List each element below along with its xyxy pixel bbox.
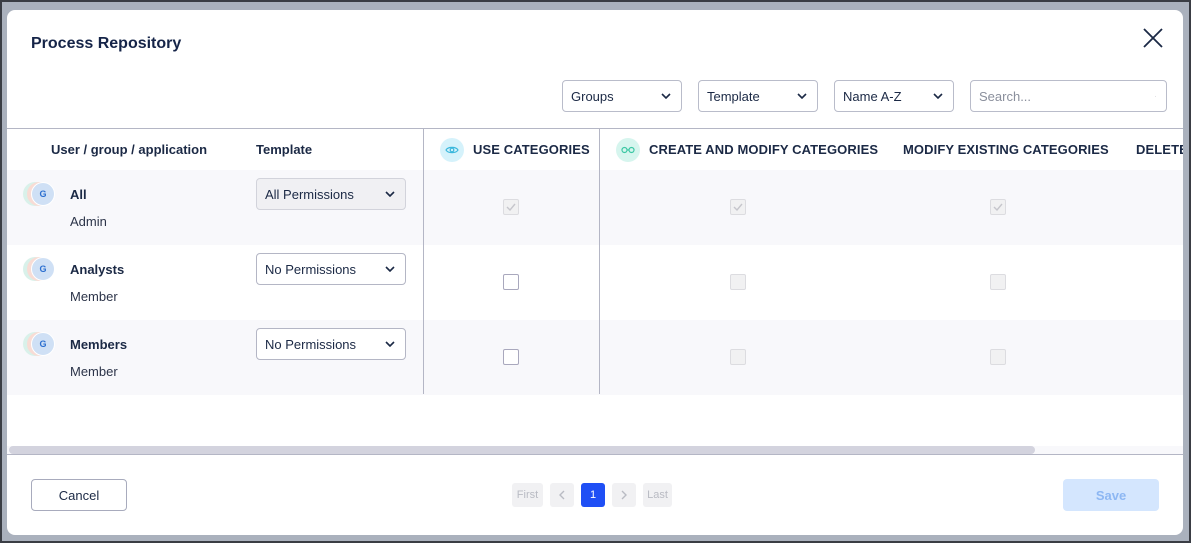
- modify-existing-checkbox: [990, 274, 1006, 290]
- row-role: Admin: [70, 214, 107, 229]
- template-select[interactable]: No Permissions: [256, 253, 406, 285]
- row-role: Member: [70, 364, 118, 379]
- toolbar: Groups Template Name A-Z: [562, 80, 1167, 112]
- table-header: User / group / application Template USE …: [7, 129, 1183, 170]
- template-filter-dropdown[interactable]: Template: [698, 80, 818, 112]
- column-header-label: USE CATEGORIES: [473, 142, 590, 157]
- pagination: First 1 Last: [512, 483, 672, 507]
- create-modify-checkbox: [730, 199, 746, 215]
- search-box: [970, 80, 1167, 112]
- eye-icon: [440, 137, 464, 162]
- chevron-down-icon: [797, 93, 807, 99]
- glasses-icon: [616, 137, 640, 162]
- next-page-button[interactable]: [612, 483, 636, 507]
- footer-divider: [7, 454, 1183, 455]
- dialog-title: Process Repository: [31, 35, 182, 52]
- create-modify-checkbox: [730, 274, 746, 290]
- cancel-button[interactable]: Cancel: [31, 479, 127, 511]
- modify-existing-checkbox: [990, 199, 1006, 215]
- checkmark-icon: [506, 203, 516, 211]
- save-button[interactable]: Save: [1063, 479, 1159, 511]
- column-header-user: User / group / application: [51, 142, 208, 157]
- search-icon[interactable]: [1155, 90, 1156, 103]
- modify-existing-checkbox: [990, 349, 1006, 365]
- chevron-left-icon: [559, 490, 565, 500]
- first-page-button[interactable]: First: [512, 483, 543, 507]
- column-header-use-categories: USE CATEGORIES: [440, 129, 590, 170]
- template-filter-value: Template: [707, 88, 760, 104]
- last-page-button[interactable]: Last: [643, 483, 672, 507]
- table-row: G Analysts Member No Permissions: [7, 245, 1183, 320]
- scrollbar-thumb[interactable]: [9, 446, 1035, 454]
- column-header-template: Template: [256, 142, 313, 157]
- use-categories-checkbox: [503, 199, 519, 215]
- row-name: Members: [70, 337, 128, 352]
- create-modify-checkbox: [730, 349, 746, 365]
- row-name: Analysts: [70, 262, 125, 277]
- template-select[interactable]: No Permissions: [256, 328, 406, 360]
- horizontal-scrollbar[interactable]: [7, 446, 1183, 454]
- chevron-down-icon: [385, 341, 395, 347]
- chevron-down-icon: [385, 266, 395, 272]
- search-input[interactable]: [979, 88, 1155, 104]
- column-header-label: CREATE AND MODIFY CATEGORIES: [649, 142, 879, 157]
- table-row: G All Admin All Permissions: [7, 170, 1183, 245]
- column-header-modify-existing: MODIFY EXISTING CATEGORIES: [903, 142, 1109, 157]
- sort-dropdown[interactable]: Name A-Z: [834, 80, 954, 112]
- sort-value: Name A-Z: [843, 88, 902, 104]
- checkmark-icon: [993, 203, 1003, 211]
- group-filter-value: Groups: [571, 88, 614, 104]
- group-avatar: G: [23, 257, 59, 283]
- chevron-down-icon: [933, 93, 943, 99]
- use-categories-checkbox[interactable]: [503, 274, 519, 290]
- avatar-letter: G: [31, 257, 55, 281]
- row-name: All: [70, 187, 87, 202]
- row-role: Member: [70, 289, 118, 304]
- template-select-value: No Permissions: [265, 336, 357, 352]
- process-repository-dialog: Process Repository Groups Template Name …: [7, 10, 1183, 535]
- column-divider: [423, 129, 424, 394]
- column-header-delete: DELETE: [1136, 142, 1183, 157]
- chevron-down-icon: [661, 93, 671, 99]
- use-categories-checkbox[interactable]: [503, 349, 519, 365]
- column-header-create-modify: CREATE AND MODIFY CATEGORIES: [616, 129, 878, 170]
- template-select-value: No Permissions: [265, 261, 357, 277]
- group-avatar: G: [23, 182, 59, 208]
- group-avatar: G: [23, 332, 59, 358]
- chevron-down-icon: [385, 191, 395, 197]
- permissions-table: G All Admin All Permissions G Analysts M…: [7, 128, 1183, 454]
- template-select-value: All Permissions: [265, 186, 354, 202]
- table-row: G Members Member No Permissions: [7, 320, 1183, 395]
- template-select[interactable]: All Permissions: [256, 178, 406, 210]
- avatar-letter: G: [31, 332, 55, 356]
- group-filter-dropdown[interactable]: Groups: [562, 80, 682, 112]
- prev-page-button[interactable]: [550, 483, 574, 507]
- avatar-letter: G: [31, 182, 55, 206]
- close-icon: [1143, 28, 1163, 48]
- page-number-button[interactable]: 1: [581, 483, 605, 507]
- chevron-right-icon: [621, 490, 627, 500]
- column-divider: [599, 129, 600, 394]
- close-button[interactable]: [1141, 26, 1165, 50]
- checkmark-icon: [733, 203, 743, 211]
